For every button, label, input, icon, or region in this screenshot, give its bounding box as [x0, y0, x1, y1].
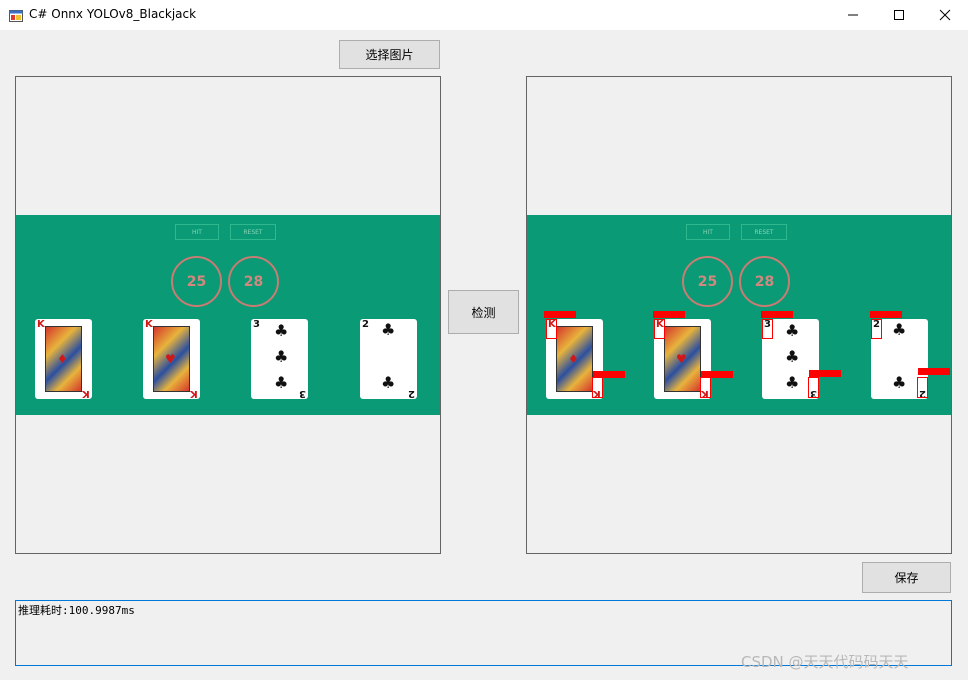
minimize-button[interactable] [830, 0, 876, 30]
playing-card: 3 3 ♣ ♣ ♣ [251, 319, 308, 399]
detection-label [809, 370, 841, 377]
hit-button-image: HIT [175, 224, 219, 240]
club-icon: ♣ [274, 373, 289, 392]
card-rank: K [37, 319, 45, 330]
detection-box [917, 377, 928, 398]
card-rank: K [82, 388, 90, 399]
detection-label [870, 311, 902, 318]
card-rank: 3 [299, 388, 306, 399]
card-rank: 3 [253, 319, 260, 330]
reset-button-image: RESET [230, 224, 276, 240]
minimize-icon [848, 14, 858, 16]
detection-box [871, 319, 882, 339]
score-circle: 25 [682, 256, 733, 307]
detection-box [808, 377, 819, 398]
save-button[interactable]: 保存 [862, 562, 951, 593]
watermark-text: CSDN @天天代码码天天 [741, 653, 909, 671]
window-title: C# Onnx YOLOv8_Blackjack [29, 7, 197, 21]
club-icon: ♣ [381, 373, 396, 392]
detect-button[interactable]: 检测 [448, 290, 519, 334]
club-icon: ♣ [892, 320, 907, 339]
detection-label [544, 311, 576, 318]
detection-label [701, 371, 733, 378]
hit-button-image: HIT [686, 224, 730, 240]
close-icon [939, 9, 951, 21]
playing-card: 2 2 ♣ ♣ [360, 319, 417, 399]
blackjack-table-source: HIT RESET 25 28 K K ♦ K K ♥ 3 3 ♣ ♣ ♣ 2 … [16, 215, 440, 415]
club-icon: ♣ [785, 321, 800, 340]
score-circle: 28 [228, 256, 279, 307]
select-image-button[interactable]: 选择图片 [339, 40, 440, 69]
detection-label [918, 368, 950, 375]
heart-icon: ♥ [165, 352, 176, 366]
detection-box [592, 377, 603, 398]
club-icon: ♣ [785, 347, 800, 366]
detection-label [761, 311, 793, 318]
detection-label [593, 371, 625, 378]
card-rank: K [145, 319, 153, 330]
inference-time-text: 推理耗时:100.9987ms [18, 604, 135, 617]
club-icon: ♣ [785, 373, 800, 392]
score-circle: 25 [171, 256, 222, 307]
playing-card: K K ♥ [143, 319, 200, 399]
card-rank: K [190, 388, 198, 399]
heart-icon: ♥ [676, 352, 687, 366]
close-button[interactable] [922, 0, 968, 30]
club-icon: ♣ [274, 321, 289, 340]
blackjack-table-result: HIT RESET 25 28 K K ♦ K K ♥ 3 3 ♣ ♣ ♣ 2 … [527, 215, 951, 415]
app-window-icon [9, 8, 23, 22]
detection-box [700, 377, 711, 398]
club-icon: ♣ [274, 347, 289, 366]
maximize-button[interactable] [876, 0, 922, 30]
score-circle: 28 [739, 256, 790, 307]
club-icon: ♣ [381, 320, 396, 339]
reset-button-image: RESET [741, 224, 787, 240]
result-image-panel: HIT RESET 25 28 K K ♦ K K ♥ 3 3 ♣ ♣ ♣ 2 … [526, 76, 952, 554]
detection-box [546, 319, 557, 339]
maximize-icon [894, 10, 904, 20]
detection-label [653, 311, 685, 318]
card-rank: 2 [408, 388, 415, 399]
diamond-icon: ♦ [57, 352, 68, 366]
club-icon: ♣ [892, 373, 907, 392]
card-rank: 2 [362, 319, 369, 330]
diamond-icon: ♦ [568, 352, 579, 366]
playing-card: K K ♦ [35, 319, 92, 399]
detection-box [654, 319, 665, 339]
source-image-panel: HIT RESET 25 28 K K ♦ K K ♥ 3 3 ♣ ♣ ♣ 2 … [15, 76, 441, 554]
title-bar: C# Onnx YOLOv8_Blackjack [0, 0, 968, 30]
detection-box [762, 319, 773, 339]
